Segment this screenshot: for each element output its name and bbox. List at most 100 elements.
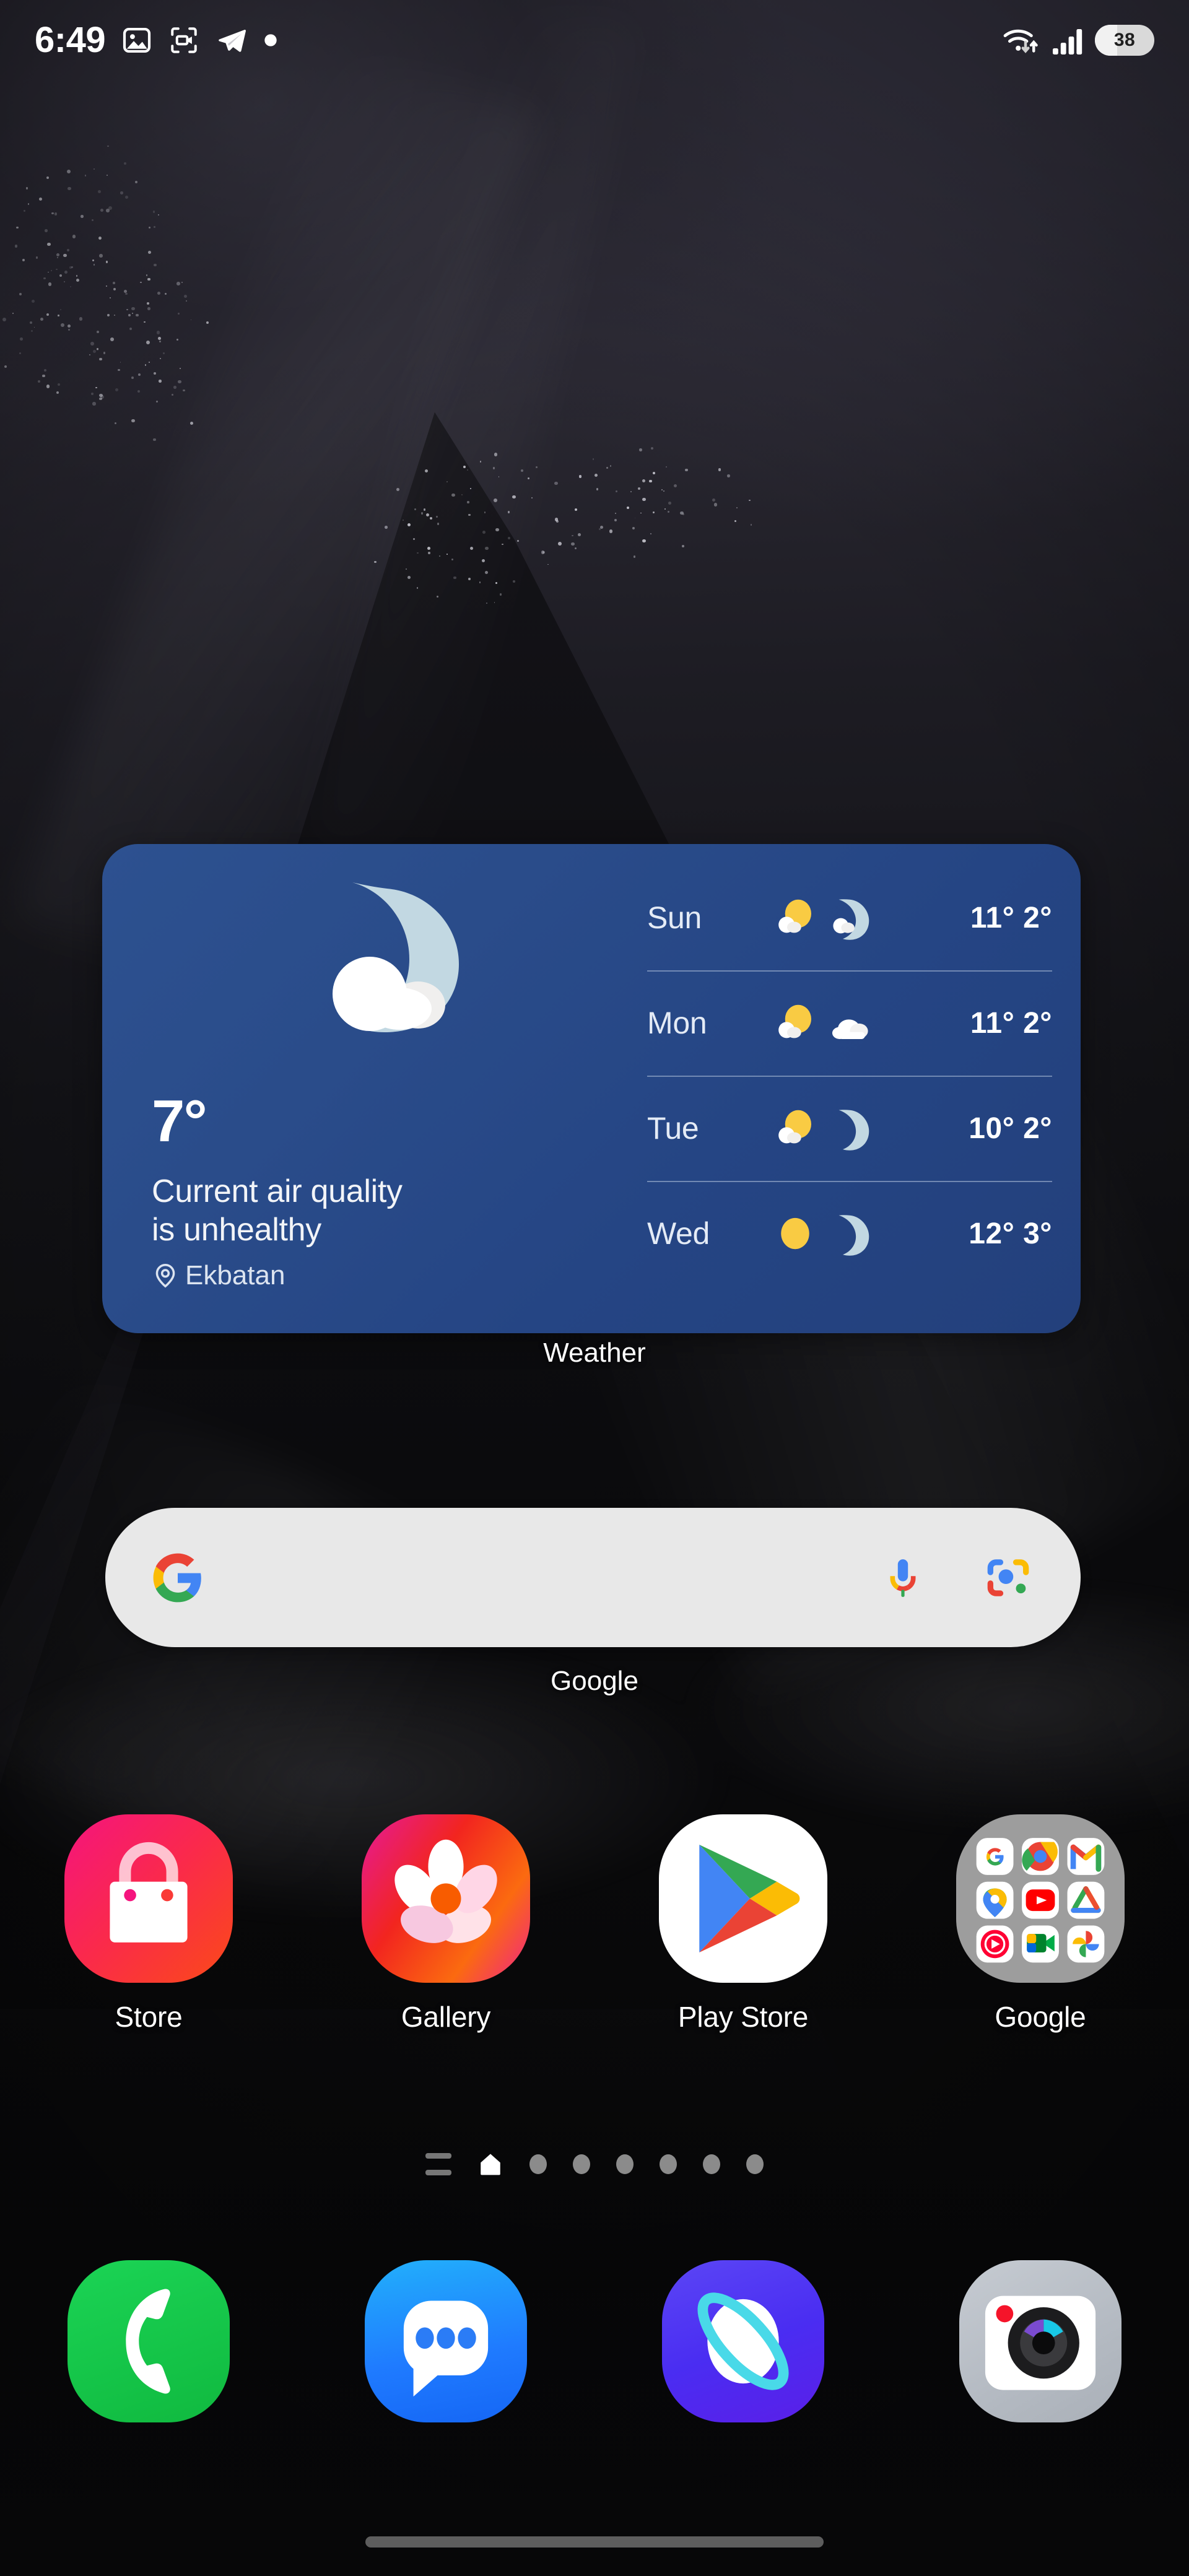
page-dot[interactable] <box>616 2154 634 2174</box>
app-label-google-folder: Google <box>995 2001 1086 2033</box>
message-bubble-icon <box>365 2260 527 2422</box>
folder-app-youtube <box>1022 1881 1059 1919</box>
status-bar-right: 38 <box>1002 24 1154 56</box>
home-icon[interactable] <box>477 2151 503 2177</box>
moon-icon <box>838 1110 869 1151</box>
internet-app-icon[interactable] <box>662 2260 824 2422</box>
page-dot[interactable] <box>746 2154 764 2174</box>
forecast-day: Wed <box>647 1216 710 1251</box>
google-lens-icon[interactable] <box>982 1551 1035 1604</box>
moon-icon <box>838 1215 869 1256</box>
app-item-google-folder[interactable]: Google <box>892 1814 1189 2050</box>
page-dot[interactable] <box>660 2154 677 2174</box>
app-item-play-store[interactable]: Play Store <box>594 1814 892 2050</box>
app-list-icon[interactable] <box>425 2153 451 2175</box>
forecast-day: Tue <box>647 1111 699 1146</box>
weather-location-name: Ekbatan <box>185 1260 285 1290</box>
folder-app-photos <box>1067 1925 1105 1963</box>
folder-app-meet <box>1022 1925 1059 1963</box>
cellular-signal-icon <box>1053 29 1082 54</box>
forecast-icons <box>771 1209 920 1258</box>
folder-app-gmail <box>1067 1838 1105 1875</box>
cloud-icon <box>832 1019 868 1039</box>
page-dot[interactable] <box>529 2154 547 2174</box>
image-icon <box>123 28 151 53</box>
phone-app-icon[interactable] <box>68 2260 230 2422</box>
forecast-row: Mon 11° 2° <box>647 970 1056 1076</box>
weather-current-section: 7° Current air quality is unhealthy Ekba… <box>102 844 573 1333</box>
dot-icon <box>264 34 277 46</box>
moon-cloud-icon <box>300 875 486 1036</box>
current-temperature: 7° <box>152 1088 207 1154</box>
forecast-icons <box>771 999 920 1047</box>
folder-app-chrome <box>1022 1838 1059 1875</box>
planet-orbit-icon <box>662 2260 824 2422</box>
store-app-icon[interactable] <box>64 1814 233 1983</box>
forecast-row: Wed 12° 3° <box>647 1181 1056 1286</box>
folder-app-drive <box>1067 1881 1105 1919</box>
gallery-app-icon[interactable] <box>362 1814 530 1983</box>
navigation-bar <box>0 2508 1189 2576</box>
weather-location: Ekbatan <box>152 1260 285 1291</box>
folder-app-maps <box>976 1881 1014 1919</box>
status-bar-left: 6:49 <box>35 22 277 58</box>
page-dot[interactable] <box>703 2154 720 2174</box>
dock-item-messages[interactable] <box>297 2260 594 2440</box>
air-quality-line-1: Current air quality <box>152 1173 403 1209</box>
status-bar: 6:49 38 <box>0 0 1189 80</box>
google-g-icon <box>153 1553 201 1602</box>
messages-app-icon[interactable] <box>365 2260 527 2422</box>
forecast-day: Mon <box>647 1006 707 1040</box>
home-gesture-pill[interactable] <box>365 2536 824 2548</box>
dock-item-camera[interactable] <box>892 2260 1189 2440</box>
forecast-temps: 11° 2° <box>970 1006 1052 1040</box>
app-item-store[interactable]: Store <box>0 1814 297 2050</box>
forecast-row: Tue 10° 2° <box>647 1076 1056 1181</box>
air-quality-text: Current air quality is unhealthy <box>152 1172 536 1250</box>
sun-cloud-icon <box>778 899 811 933</box>
search-input[interactable] <box>105 1508 1081 1647</box>
flower-icon <box>362 1814 530 1983</box>
app-label-play-store: Play Store <box>677 2001 809 2033</box>
app-label-gallery: Gallery <box>401 2001 491 2033</box>
air-quality-line-2: is unhealthy <box>152 1212 321 1248</box>
shopping-bag-icon <box>64 1814 233 1983</box>
sun-cloud-icon <box>778 1004 811 1038</box>
app-item-gallery[interactable]: Gallery <box>297 1814 594 2050</box>
play-store-app-icon[interactable] <box>659 1814 827 1983</box>
location-pin-icon <box>155 1264 175 1288</box>
google-search-label: Google <box>551 1666 638 1696</box>
forecast-day: Sun <box>647 900 702 935</box>
dock-item-phone[interactable] <box>0 2260 297 2440</box>
sun-cloud-icon <box>778 1110 811 1144</box>
telegram-icon <box>219 30 246 52</box>
play-triangle-icon <box>659 1814 827 1983</box>
sun-icon <box>781 1217 809 1250</box>
page-indicator <box>0 2139 1189 2189</box>
page-dot[interactable] <box>573 2154 590 2174</box>
folder-app-youtube-music <box>976 1925 1014 1963</box>
forecast-icons <box>771 894 920 942</box>
folder-app-google <box>976 1838 1014 1875</box>
app-grid: Store Gallery Play Store Google <box>0 1814 1189 2050</box>
dock-item-internet[interactable] <box>594 2260 892 2440</box>
camera-icon <box>959 2260 1121 2422</box>
weather-widget[interactable]: 7° Current air quality is unhealthy Ekba… <box>102 844 1081 1333</box>
forecast-icons <box>771 1104 920 1152</box>
battery-indicator: 38 <box>1095 25 1154 56</box>
battery-percent: 38 <box>1113 30 1136 50</box>
forecast-temps: 11° 2° <box>970 901 1052 934</box>
weather-widget-label: Weather <box>543 1338 646 1368</box>
status-clock: 6:49 <box>35 20 106 60</box>
moon-cloud-icon <box>833 899 869 940</box>
wifi-icon <box>1003 29 1038 53</box>
app-label-store: Store <box>115 2001 183 2033</box>
weather-forecast-list: Sun 11° 2° Mon 11° 2° Tue 10° 2° Wed 12° 3° <box>647 865 1056 1312</box>
microphone-icon[interactable] <box>878 1552 928 1603</box>
forecast-temps: 10° 2° <box>969 1112 1052 1145</box>
dock <box>0 2260 1189 2440</box>
google-search-widget[interactable] <box>105 1508 1081 1647</box>
google-folder-icon[interactable] <box>956 1814 1125 1983</box>
camera-app-icon[interactable] <box>959 2260 1121 2422</box>
phone-handset-icon <box>68 2260 230 2422</box>
